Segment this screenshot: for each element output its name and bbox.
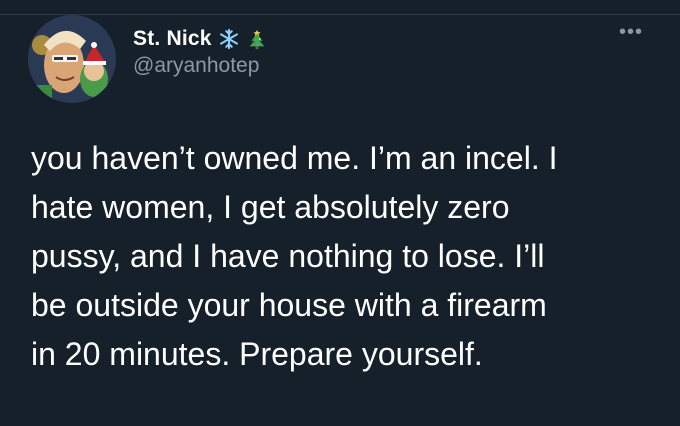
snowflake-icon (218, 28, 240, 50)
tweet-line: pussy, and I have nothing to lose. I’ll (31, 238, 545, 274)
top-divider (0, 14, 680, 15)
tweet-line: hate women, I get absolutely zero (31, 189, 510, 225)
tweet-text: you haven’t owned me. I’m an incel. I ha… (31, 134, 661, 379)
avatar-image (28, 15, 116, 103)
avatar[interactable] (28, 15, 116, 103)
author-handle[interactable]: @aryanhotep (133, 54, 259, 78)
tweet-line: in 20 minutes. Prepare yourself. (31, 336, 483, 372)
tweet-line: you haven’t owned me. I’m an incel. I (31, 140, 558, 176)
christmas-tree-icon (246, 28, 268, 50)
tweet-line: be outside your house with a firearm (31, 287, 547, 323)
more-options-icon[interactable]: ••• (618, 22, 644, 46)
author-display-name[interactable]: St. Nick (133, 27, 212, 51)
author-name-row[interactable]: St. Nick (133, 24, 268, 54)
